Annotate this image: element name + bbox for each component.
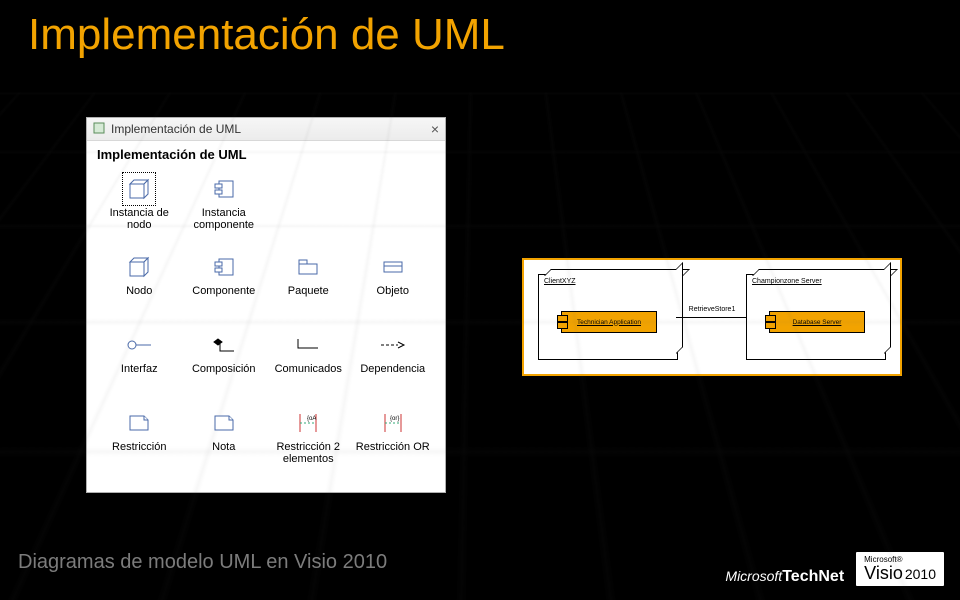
shape-interfaz[interactable]: Interfaz [97,328,182,400]
shapes-grid: Instancia de nodo Instancia componente N… [87,166,445,478]
footer-branding: MicrosoftTechNet Microsoft® Visio2010 [725,552,944,586]
panel-icon [93,122,105,137]
shape-label: Restricción 2 elementos [268,441,349,465]
object-icon [380,254,406,280]
uml-diagram-preview: ClientXYZ Technician Application Retriev… [522,258,902,376]
note-icon [126,410,152,436]
panel-header: Implementación de UML [87,141,445,166]
technet-ms: Microsoft [725,568,782,584]
shape-label: Comunicados [275,363,342,375]
uml-node-client[interactable]: ClientXYZ Technician Application [538,274,678,360]
constraintor-icon: {or} [380,410,406,436]
panel-titlebar[interactable]: Implementación de UML × [87,118,445,141]
shape-restriccion[interactable]: Restricción [97,406,182,478]
constraint2-icon: {oA [295,410,321,436]
svg-text:{or}: {or} [390,416,399,422]
dependency-icon [380,332,406,358]
technet-logo: MicrosoftTechNet [725,568,844,586]
shape-label: Interfaz [121,363,158,375]
component-icon [211,176,237,202]
shape-paquete[interactable]: Paquete [266,250,351,322]
uml-component-database[interactable]: Database Server [769,311,865,333]
technet-tn: TechNet [782,568,844,585]
close-icon[interactable]: × [431,121,439,137]
shape-label: Nodo [126,285,152,297]
shape-restriccion-2[interactable]: {oA Restricción 2 elementos [266,406,351,478]
visio-name: Visio [864,564,903,582]
visio-badge: Microsoft® Visio2010 [856,552,944,586]
uml-component-technician[interactable]: Technician Application [561,311,657,333]
package-icon [295,254,321,280]
shape-label: Instancia componente [184,207,265,231]
uml-node-server[interactable]: Championzone Server Database Server [746,274,886,360]
shape-dependencia[interactable]: Dependencia [351,328,436,400]
component-icon [211,254,237,280]
shape-componente[interactable]: Componente [182,250,267,322]
shape-restriccion-or[interactable]: {or} Restricción OR [351,406,436,478]
shape-label: Nota [212,441,235,453]
shape-label: Restricción [112,441,166,453]
communicates-icon [295,332,321,358]
svg-text:{oA: {oA [307,416,316,422]
shape-composicion[interactable]: Composición [182,328,267,400]
node-title: Championzone Server [747,275,885,288]
shape-label: Objeto [377,285,409,297]
visio-year: 2010 [905,566,936,582]
interface-icon [126,332,152,358]
component-label: Technician Application [577,319,641,326]
panel-titlebar-text: Implementación de UML [111,122,241,136]
shape-label: Componente [192,285,255,297]
node-title: ClientXYZ [539,275,677,288]
shape-label: Restricción OR [356,441,430,453]
shape-nota[interactable]: Nota [182,406,267,478]
composition-icon [211,332,237,358]
shape-label: Dependencia [360,363,425,375]
shape-label: Composición [192,363,256,375]
shape-objeto[interactable]: Objeto [351,250,436,322]
page-title: Implementación de UML [28,10,505,60]
shape-instancia-componente[interactable]: Instancia componente [182,172,267,244]
shape-instancia-nodo[interactable]: Instancia de nodo [97,172,182,244]
connection-label: RetrieveStore1 [687,306,738,313]
shape-comunicados[interactable]: Comunicados [266,328,351,400]
shape-label: Instancia de nodo [99,207,180,231]
shape-nodo[interactable]: Nodo [97,250,182,322]
node3d-icon [126,254,152,280]
node3d-icon [126,176,152,202]
component-label: Database Server [793,319,842,326]
uml-connection[interactable]: RetrieveStore1 [676,317,748,318]
shapes-panel: Implementación de UML × Implementación d… [86,117,446,493]
note-icon [211,410,237,436]
shape-label: Paquete [288,285,329,297]
footer-text: Diagramas de modelo UML en Visio 2010 [18,551,387,574]
